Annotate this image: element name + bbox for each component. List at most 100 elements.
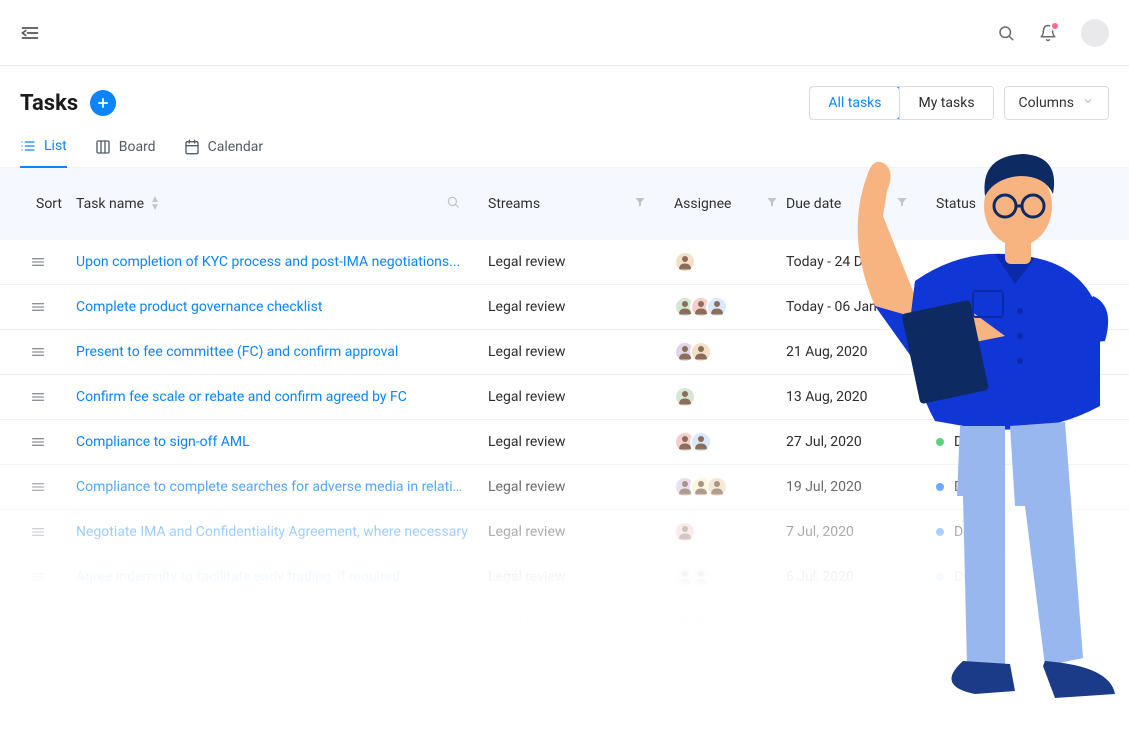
- task-name-link[interactable]: Compliance to complete searches for adve…: [76, 479, 488, 495]
- drag-handle[interactable]: [0, 389, 76, 405]
- search-task-button[interactable]: [446, 195, 460, 213]
- assignee-avatar[interactable]: [674, 386, 696, 408]
- tab-list[interactable]: List: [20, 138, 67, 168]
- stream-cell: Legal review: [488, 479, 674, 495]
- task-name-link[interactable]: Complete product governance checklist: [76, 299, 488, 315]
- due-date-cell: 7 Jul, 2020: [786, 524, 936, 540]
- table-row[interactable]: Upon completion of KYC process and post-…: [0, 240, 1129, 285]
- drag-handle[interactable]: [0, 434, 76, 450]
- col-sort[interactable]: Sort: [0, 196, 76, 212]
- columns-label: Columns: [1019, 95, 1074, 111]
- status-cell: Done: [936, 389, 1129, 405]
- plus-icon: [96, 96, 110, 110]
- table-row[interactable]: Compliance to sign-off AMLLegal review27…: [0, 420, 1129, 465]
- chevron-down-icon: [1082, 95, 1094, 111]
- drag-icon: [30, 344, 46, 360]
- all-tasks-tab[interactable]: All tasks: [809, 86, 900, 120]
- drag-handle[interactable]: [0, 254, 76, 270]
- assignee-cell[interactable]: [674, 476, 786, 498]
- assignee-avatar[interactable]: [674, 251, 696, 273]
- assignee-cell[interactable]: [674, 251, 786, 273]
- assignee-avatar[interactable]: [690, 611, 712, 633]
- assignee-cell[interactable]: [674, 566, 786, 588]
- user-avatar[interactable]: [1081, 19, 1109, 47]
- assignee-avatar[interactable]: [674, 521, 696, 543]
- due-date-cell: 27 Jul, 2020: [786, 434, 936, 450]
- table-header: Sort Task name ▲▼ Streams Assignee Due d…: [0, 168, 1129, 240]
- list-icon: [20, 138, 36, 154]
- table-row[interactable]: Agree indemnity to facilitate early trad…: [0, 555, 1129, 600]
- task-name-link[interactable]: Present to fee committee (FC) and confir…: [76, 344, 488, 360]
- status-label: Doing: [954, 569, 990, 585]
- col-task[interactable]: Task name ▲▼: [76, 195, 488, 213]
- assignee-avatar[interactable]: [706, 476, 728, 498]
- page-title-wrap: Tasks: [20, 90, 116, 116]
- assignee-cell[interactable]: [674, 386, 786, 408]
- assignee-cell[interactable]: [674, 431, 786, 453]
- assignee-cell[interactable]: [674, 341, 786, 363]
- drag-handle[interactable]: [0, 299, 76, 315]
- task-name-link[interactable]: Negotiate IMA and Confidentiality Agreem…: [76, 524, 488, 540]
- drag-handle[interactable]: [0, 524, 76, 540]
- assignee-avatar[interactable]: [690, 341, 712, 363]
- filter-icon: [896, 196, 908, 208]
- due-date-cell: Today - 24 Dec: [786, 254, 936, 270]
- task-name-link[interactable]: Review Prospectus, where relevant: [76, 614, 488, 630]
- status-label: Doing: [954, 524, 990, 540]
- filter-streams-button[interactable]: [634, 196, 646, 212]
- add-task-button[interactable]: [90, 90, 116, 116]
- drag-icon: [30, 434, 46, 450]
- task-name-link[interactable]: Confirm fee scale or rebate and confirm …: [76, 389, 488, 405]
- assignee-cell[interactable]: [674, 521, 786, 543]
- drag-handle[interactable]: [0, 614, 76, 630]
- status-label: Done: [954, 434, 986, 450]
- drag-handle[interactable]: [0, 479, 76, 495]
- table-row[interactable]: Present to fee committee (FC) and confir…: [0, 330, 1129, 375]
- sidebar-toggle-button[interactable]: [20, 23, 40, 43]
- columns-button[interactable]: Columns: [1004, 86, 1109, 120]
- topbar: [0, 0, 1129, 66]
- assignee-avatar[interactable]: [706, 296, 728, 318]
- due-date-cell: 13 Aug, 2020: [786, 389, 936, 405]
- filter-assignee-button[interactable]: [766, 196, 778, 212]
- col-due[interactable]: Due date: [786, 196, 936, 212]
- tab-calendar[interactable]: Calendar: [184, 138, 264, 167]
- assignee-avatar[interactable]: [690, 566, 712, 588]
- notifications-button[interactable]: [1039, 24, 1057, 42]
- stream-cell: Legal review: [488, 344, 674, 360]
- stream-cell: Legal review: [488, 614, 674, 630]
- board-icon: [95, 139, 111, 155]
- col-assignee[interactable]: Assignee: [674, 196, 786, 212]
- search-icon: [446, 195, 460, 209]
- drag-icon: [30, 524, 46, 540]
- table-row[interactable]: Negotiate IMA and Confidentiality Agreem…: [0, 510, 1129, 555]
- col-streams[interactable]: Streams: [488, 196, 674, 212]
- col-status[interactable]: Status: [936, 196, 1129, 212]
- tab-board[interactable]: Board: [95, 138, 156, 167]
- drag-icon: [30, 254, 46, 270]
- drag-handle[interactable]: [0, 344, 76, 360]
- due-date-cell: Today - 06 Jan: [786, 299, 936, 315]
- stream-cell: Legal review: [488, 254, 674, 270]
- search-icon: [997, 24, 1015, 42]
- table-row[interactable]: Compliance to complete searches for adve…: [0, 465, 1129, 510]
- search-button[interactable]: [997, 24, 1015, 42]
- assignee-cell[interactable]: [674, 611, 786, 633]
- col-streams-label: Streams: [488, 196, 540, 212]
- table-row[interactable]: Complete product governance checklistLeg…: [0, 285, 1129, 330]
- status-dot: [936, 528, 944, 536]
- task-name-link[interactable]: Upon completion of KYC process and post-…: [76, 254, 488, 270]
- task-name-link[interactable]: Agree indemnity to facilitate early trad…: [76, 569, 488, 585]
- assignee-cell[interactable]: [674, 296, 786, 318]
- drag-handle[interactable]: [0, 569, 76, 585]
- col-task-label: Task name: [76, 196, 144, 212]
- my-tasks-tab[interactable]: My tasks: [899, 87, 992, 119]
- view-tabs: List Board Calendar: [0, 120, 1129, 168]
- filter-due-button[interactable]: [896, 196, 908, 212]
- table-row[interactable]: Review Prospectus, where relevantLegal r…: [0, 600, 1129, 645]
- task-name-link[interactable]: Compliance to sign-off AML: [76, 434, 488, 450]
- drag-icon: [30, 389, 46, 405]
- stream-cell: Legal review: [488, 524, 674, 540]
- table-row[interactable]: Confirm fee scale or rebate and confirm …: [0, 375, 1129, 420]
- assignee-avatar[interactable]: [690, 431, 712, 453]
